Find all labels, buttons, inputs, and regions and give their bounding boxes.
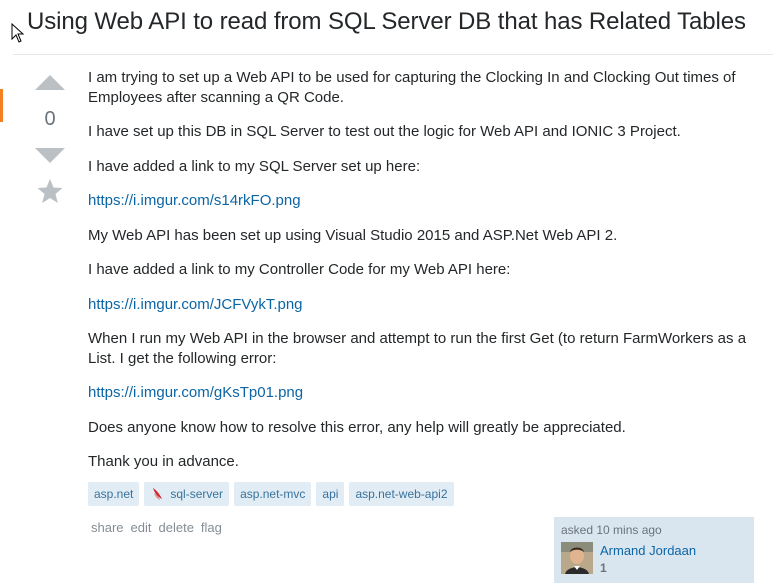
question-body: I am trying to set up a Web API to be us… [88,68,758,487]
tag-aspnet-web-api2[interactable]: asp.net-web-api2 [349,482,454,506]
accent-marker [0,89,3,122]
tag-label: asp.net [94,486,134,501]
tag-label: asp.net-mvc [240,486,306,501]
body-paragraph: When I run my Web API in the browser and… [88,330,747,367]
vote-up-arrow-icon[interactable] [35,75,65,90]
owner-user-card: asked 10 mins ago Armand Jordaan 1 [554,517,754,583]
tag-aspnet-mvc[interactable]: asp.net-mvc [234,482,312,506]
post-menu: share edit delete flag [91,520,222,535]
question-page: Using Web API to read from SQL Server DB… [0,0,775,583]
flag-link[interactable]: flag [201,520,222,535]
body-paragraph-link: https://i.imgur.com/JCFVykT.png [88,295,758,315]
body-paragraph: My Web API has been set up using Visual … [88,226,618,244]
question-title[interactable]: Using Web API to read from SQL Server DB… [27,8,746,36]
mouse-cursor-icon [11,23,25,43]
user-reputation: 1 [600,561,607,575]
body-paragraph: Thank you in advance. [88,453,239,470]
tag-label: asp.net-web-api2 [355,486,448,501]
controller-code-link[interactable]: https://i.imgur.com/JCFVykT.png [88,296,303,313]
sql-setup-link[interactable]: https://i.imgur.com/s14rkFO.png [88,192,301,209]
asked-time: asked 10 mins ago [561,523,662,537]
delete-link[interactable]: delete [159,520,194,535]
body-paragraph: I am trying to set up a Web API to be us… [88,69,736,106]
user-avatar[interactable] [561,542,593,574]
body-paragraph: I have added a link to my SQL Server set… [88,157,421,175]
body-paragraph-link: https://i.imgur.com/s14rkFO.png [88,191,758,211]
body-paragraph: I have added a link to my Controller Cod… [88,261,511,278]
tag-list: asp.net sql-server asp.net-mvc api asp.n… [88,482,454,506]
tag-label: sql-server [170,486,224,501]
favorite-star-icon[interactable] [36,177,64,205]
vote-count: 0 [44,108,56,130]
sql-server-icon [153,488,163,500]
vote-down-arrow-icon[interactable] [35,148,65,163]
tag-label: api [322,486,339,501]
tag-api[interactable]: api [316,482,345,506]
body-paragraph-link: https://i.imgur.com/gKsTp01.png [88,383,758,403]
share-link[interactable]: share [91,520,124,535]
title-divider [13,54,773,55]
body-paragraph: I have set up this DB in SQL Server to t… [88,123,681,140]
edit-link[interactable]: edit [131,520,152,535]
error-screenshot-link[interactable]: https://i.imgur.com/gKsTp01.png [88,384,303,401]
body-paragraph: Does anyone know how to resolve this err… [88,418,626,436]
tag-sql-server[interactable]: sql-server [144,482,230,506]
tag-aspnet[interactable]: asp.net [88,482,140,506]
user-name-link[interactable]: Armand Jordaan [600,543,696,558]
